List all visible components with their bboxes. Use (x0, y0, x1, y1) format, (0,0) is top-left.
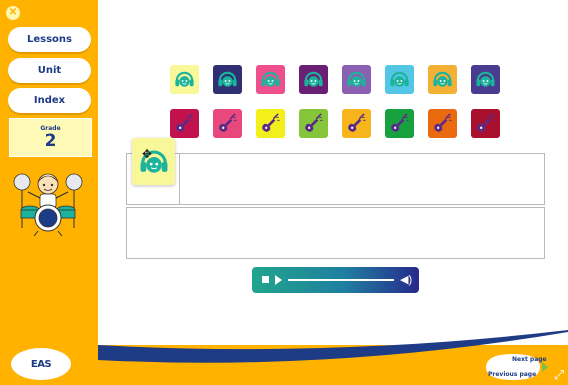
move-cursor-icon: ✥ (142, 147, 153, 161)
headphones-tile[interactable] (299, 65, 328, 94)
play-icon[interactable] (275, 275, 282, 285)
headphones-icon (476, 71, 495, 87)
guitar-icon (176, 113, 194, 132)
guitar-tile[interactable] (170, 109, 199, 138)
grade-badge: Grade 2 (9, 118, 92, 157)
logo-text: EAS (30, 358, 52, 370)
sidebar: ✕ Lessons Unit Index Grade 2 (0, 0, 98, 345)
progress-track[interactable] (288, 279, 394, 281)
headphones-tile[interactable] (471, 65, 500, 94)
guitar-tile[interactable] (256, 109, 285, 138)
guitar-icon (219, 113, 237, 132)
guitar-tile[interactable] (299, 109, 328, 138)
unit-label: Unit (37, 65, 62, 76)
answer-area[interactable] (126, 207, 545, 259)
previous-page-link[interactable]: Previous page (488, 371, 536, 378)
headphones-tile[interactable] (213, 65, 242, 94)
guitar-tile[interactable] (342, 109, 371, 138)
audio-player: ◀) (252, 267, 419, 293)
next-page-link[interactable]: Next page (512, 356, 547, 363)
headphones-icon (175, 71, 194, 87)
guitar-tile[interactable] (385, 109, 414, 138)
headphones-icon (261, 71, 280, 87)
volume-icon[interactable]: ◀) (400, 272, 412, 288)
headphones-icon (347, 71, 366, 87)
headphones-tile[interactable] (428, 65, 457, 94)
guitar-tile[interactable] (471, 109, 500, 138)
drop-zone-row[interactable] (126, 153, 545, 205)
headphones-icon (304, 71, 323, 87)
headphones-tile[interactable] (342, 65, 371, 94)
guitar-icon (477, 113, 495, 132)
guitar-tile[interactable] (213, 109, 242, 138)
unit-button[interactable]: Unit (8, 58, 91, 83)
stop-icon[interactable] (262, 276, 269, 283)
close-icon[interactable]: ✕ (6, 6, 20, 20)
fullscreen-icon[interactable]: ⤢ (552, 368, 566, 382)
grade-value: 2 (44, 131, 57, 151)
headphones-icon (433, 71, 452, 87)
headphones-tile[interactable] (256, 65, 285, 94)
lessons-button[interactable]: Lessons (8, 27, 91, 52)
guitar-icon (305, 113, 323, 132)
dragged-headphones-tile[interactable] (132, 138, 175, 185)
lessons-label: Lessons (27, 34, 72, 45)
guitar-icon (434, 113, 452, 132)
guitar-icon (348, 113, 366, 132)
drummer-mascot-illustration (13, 173, 83, 236)
guitar-icon (391, 113, 409, 132)
index-button[interactable]: Index (8, 88, 91, 113)
guitar-tile[interactable] (428, 109, 457, 138)
headphones-icon (390, 71, 409, 87)
brand-logo: EAS (11, 348, 71, 380)
headphones-tile[interactable] (385, 65, 414, 94)
index-label: Index (33, 95, 66, 106)
activity-area: ✥ ◀) (98, 0, 568, 345)
headphones-icon (218, 71, 237, 87)
headphones-tile[interactable] (170, 65, 199, 94)
guitar-icon (262, 113, 280, 132)
